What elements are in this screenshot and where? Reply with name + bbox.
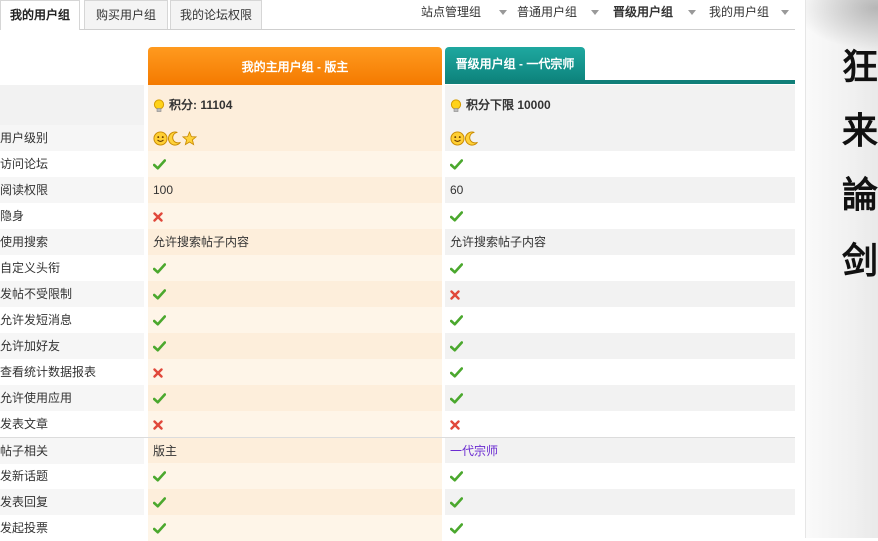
tab-my-group-dropdown[interactable]: 我的用户组: [709, 0, 769, 28]
main-check-icon: [148, 307, 442, 333]
promo-check-icon: [445, 307, 795, 333]
main-level-icons: [148, 125, 442, 151]
table-row: 隐身: [0, 203, 795, 229]
promo-points: 积分下限 10000: [445, 85, 795, 125]
calligraphy-char: 狂: [841, 46, 878, 88]
main-points-text: 积分: 11104: [169, 98, 233, 112]
row-label: 发表文章: [0, 417, 49, 431]
table-row: 查看统计数据报表: [0, 359, 795, 385]
tab-my-usergroup[interactable]: 我的用户组: [0, 0, 80, 30]
chevron-down-icon[interactable]: [591, 10, 599, 15]
row-label: 帖子相关: [0, 438, 144, 464]
table-row: 用户级别: [0, 125, 795, 151]
table-row: 允许发短消息: [0, 307, 795, 333]
main-group-header: 我的主用户组 - 版主: [148, 47, 442, 85]
cell-text: 一代宗师: [450, 444, 499, 458]
cell-text: 允许搜索帖子内容: [450, 235, 547, 249]
main-check-icon: [148, 385, 442, 411]
main-cross-icon: [148, 203, 442, 229]
main-cross-icon: [148, 411, 442, 437]
row-label: 隐身: [0, 209, 25, 223]
promo-value-cell: 允许搜索帖子内容: [445, 229, 795, 255]
tab-bar: 我的用户组 购买用户组 我的论坛权限 站点管理组 普通用户组 晋级用户组 我的用…: [0, 0, 795, 30]
promo-cross-icon: [445, 281, 795, 307]
table-row: 访问论坛: [0, 151, 795, 177]
main-check-icon: [148, 489, 442, 515]
tab-promotion-group[interactable]: 晋级用户组: [613, 0, 673, 28]
promo-check-icon: [445, 385, 795, 411]
row-label: 允许使用应用: [0, 385, 144, 411]
tab-normal-group[interactable]: 普通用户组: [517, 0, 577, 28]
promo-check-icon: [445, 333, 795, 359]
promo-check-icon: [445, 489, 795, 515]
row-label: 发新话题: [0, 469, 49, 483]
main-check-icon: [148, 281, 442, 307]
promo-value-cell: 一代宗师: [445, 438, 795, 464]
table-row: 发表回复: [0, 489, 795, 515]
row-label: 使用搜索: [0, 229, 144, 255]
table-row: 发表文章: [0, 411, 795, 437]
main-points: 积分: 11104: [148, 85, 442, 125]
promo-cross-icon: [445, 411, 795, 437]
main-value-cell: 版主: [148, 438, 442, 464]
main-cross-icon: [148, 359, 442, 385]
table-row: 允许使用应用: [0, 385, 795, 411]
points-label-cell: [0, 85, 144, 125]
lightbulb-icon: [450, 99, 462, 112]
tab-site-admin-group[interactable]: 站点管理组: [421, 0, 481, 28]
tab-buy-usergroup[interactable]: 购买用户组: [84, 0, 168, 29]
calligraphy-char: 来: [841, 110, 878, 152]
row-label: 用户级别: [0, 125, 144, 151]
main-check-icon: [148, 333, 442, 359]
promo-points-text: 积分下限 10000: [466, 98, 551, 112]
promo-group-header: 晋级用户组 - 一代宗师: [445, 47, 585, 80]
main-check-icon: [148, 151, 442, 177]
main-value-cell: 100: [148, 177, 442, 203]
main-check-icon: [148, 255, 442, 281]
table-row: 阅读权限 100 60: [0, 177, 795, 203]
row-label: 发表回复: [0, 489, 144, 515]
table-row: 发帖不受限制: [0, 281, 795, 307]
table-row: 发起投票: [0, 515, 795, 541]
row-label: 访问论坛: [0, 157, 49, 171]
promo-check-icon: [445, 255, 795, 281]
table-row: 使用搜索 允许搜索帖子内容 允许搜索帖子内容: [0, 229, 795, 255]
row-label: 允许加好友: [0, 333, 144, 359]
row-label: 阅读权限: [0, 177, 144, 203]
chevron-down-icon[interactable]: [781, 10, 789, 15]
promo-check-icon: [445, 359, 795, 385]
calligraphy-char: 剑: [841, 240, 878, 282]
lightbulb-icon: [153, 99, 165, 112]
promo-value-cell: 60: [445, 177, 795, 203]
promo-check-icon: [445, 463, 795, 489]
promo-level-icons: [445, 125, 795, 151]
tab-forum-permissions[interactable]: 我的论坛权限: [170, 0, 262, 29]
promo-check-icon: [445, 203, 795, 229]
calligraphy-banner: 狂 来 論 剑: [806, 0, 878, 538]
row-label: 发起投票: [0, 521, 49, 535]
table-row: 发新话题: [0, 463, 795, 489]
main-check-icon: [148, 515, 442, 541]
main-value-cell: 允许搜索帖子内容: [148, 229, 442, 255]
calligraphy-char: 論: [841, 174, 878, 216]
cell-text: 60: [450, 183, 464, 197]
header-underline: [445, 80, 795, 84]
points-row: 积分: 11104 积分下限 10000: [0, 85, 795, 125]
promo-check-icon: [445, 515, 795, 541]
chevron-down-icon[interactable]: [688, 10, 696, 15]
table-row: 帖子相关 版主 一代宗师: [0, 437, 795, 464]
table-row: 自定义头衔: [0, 255, 795, 281]
chevron-down-icon[interactable]: [499, 10, 507, 15]
table-row: 允许加好友: [0, 333, 795, 359]
row-label: 自定义头衔: [0, 261, 61, 275]
row-label: 发帖不受限制: [0, 281, 144, 307]
cell-text: 允许搜索帖子内容: [153, 235, 250, 249]
row-label: 查看统计数据报表: [0, 365, 97, 379]
main-check-icon: [148, 463, 442, 489]
promo-check-icon: [445, 151, 795, 177]
cell-text: 版主: [153, 444, 178, 458]
cell-text: 100: [153, 183, 174, 197]
row-label: 允许发短消息: [0, 313, 73, 327]
